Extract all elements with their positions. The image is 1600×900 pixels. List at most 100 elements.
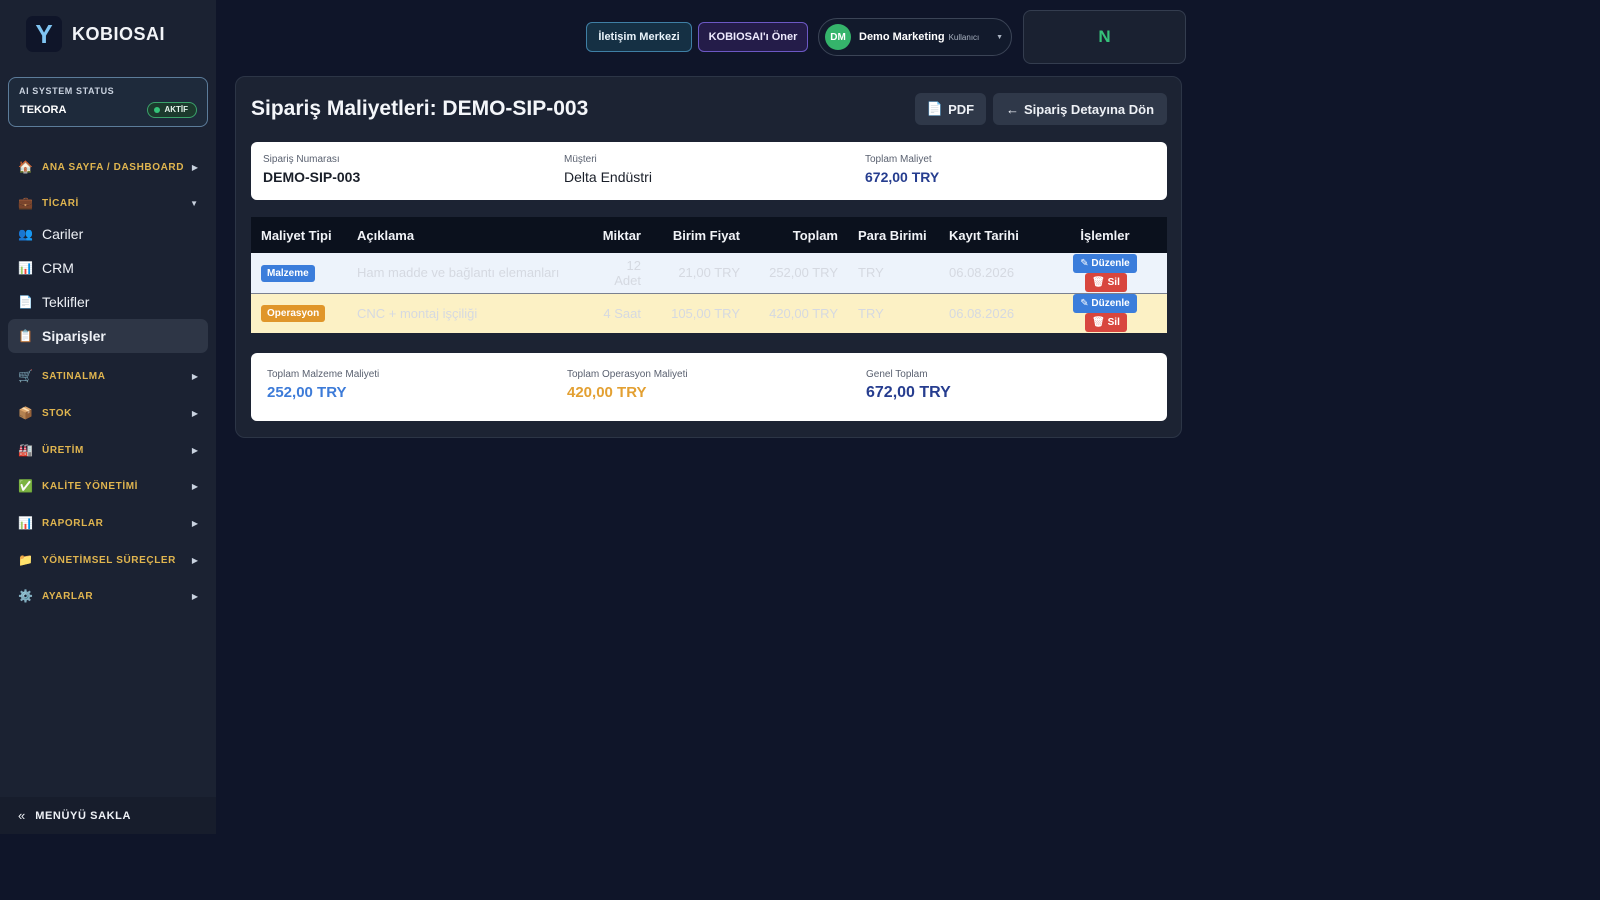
- folder-icon: 📁: [18, 553, 33, 567]
- edit-button[interactable]: ✎ Düzenle: [1073, 253, 1137, 273]
- sidebar-item-label: Siparişler: [42, 328, 106, 344]
- column-header: Birim Fiyat: [651, 217, 750, 253]
- avatar: DM: [825, 24, 851, 50]
- grand-total-field: Genel Toplam 672,00 TRY: [866, 369, 951, 402]
- brand[interactable]: Y KOBIOSAI: [26, 16, 165, 52]
- column-header: Toplam: [750, 217, 848, 253]
- chevron-right-icon: ▶: [191, 555, 198, 565]
- quantity-cell: 4 Saat: [592, 293, 651, 333]
- description-cell: Ham madde ve bağlantı elemanları: [347, 253, 592, 293]
- nav-group-label: RAPORLAR: [42, 517, 104, 529]
- nav-group-label: AYARLAR: [42, 590, 94, 602]
- column-header: Kayıt Tarihi: [939, 217, 1043, 253]
- operation-total-label: Toplam Operasyon Maliyeti: [567, 369, 688, 380]
- order-costs-panel: Sipariş Maliyetleri: DEMO-SIP-003 📄 PDF …: [235, 76, 1182, 438]
- ai-status-card: AI SYSTEM STATUS TEKORA AKTİF: [8, 77, 208, 127]
- brand-name: KOBIOSAI: [72, 23, 166, 44]
- cost-summary-card: Toplam Malzeme Maliyeti 252,00 TRY Topla…: [251, 353, 1167, 421]
- order-number-label: Sipariş Numarası: [263, 154, 340, 165]
- pdf-icon: 📄: [926, 101, 944, 116]
- recommend-button[interactable]: KOBIOSAI'ı Öner: [698, 22, 808, 52]
- sidebar-item-crm[interactable]: 📊 CRM: [8, 251, 208, 285]
- sidebar-item-label: Cariler: [42, 226, 84, 242]
- briefcase-icon: 💼: [18, 196, 33, 210]
- report-icon: 📊: [18, 516, 33, 530]
- total-cell: 252,00 TRY: [750, 253, 848, 293]
- table-row: Malzeme Ham madde ve bağlantı elemanları…: [251, 253, 1167, 293]
- sidebar-item-label: CRM: [42, 260, 74, 276]
- user-name: Demo Marketing: [859, 31, 945, 43]
- currency-cell: TRY: [848, 253, 939, 293]
- brand-logo-icon: Y: [26, 16, 62, 52]
- type-badge: Malzeme: [261, 264, 315, 282]
- grand-total-label: Genel Toplam: [866, 369, 928, 380]
- nav-group-stok[interactable]: 📦 STOK ▶: [0, 399, 216, 427]
- users-icon: 👥: [18, 227, 33, 241]
- chevron-right-icon: ▶: [191, 591, 198, 601]
- back-to-order-button[interactable]: ← Sipariş Detayına Dön: [993, 93, 1167, 125]
- sidebar-item-siparisler[interactable]: 📋 Siparişler: [8, 319, 208, 353]
- material-total-label: Toplam Malzeme Maliyeti: [267, 369, 380, 380]
- operation-total-field: Toplam Operasyon Maliyeti 420,00 TRY: [567, 369, 688, 401]
- check-icon: ✅: [18, 479, 33, 493]
- actions-cell: ✎ Düzenle🗑 Sil: [1043, 253, 1167, 293]
- unit-price-cell: 21,00 TRY: [651, 253, 750, 293]
- nav-group-ayarlar[interactable]: ⚙️ AYARLAR ▶: [0, 582, 216, 610]
- customer-value: Delta Endüstri: [564, 169, 652, 185]
- home-icon: 🏠: [18, 160, 33, 174]
- column-header: Para Birimi: [848, 217, 939, 253]
- nav-group-uretim[interactable]: 🏭 ÜRETİM ▶: [0, 436, 216, 464]
- edit-button[interactable]: ✎ Düzenle: [1073, 294, 1137, 314]
- delete-button[interactable]: 🗑 Sil: [1085, 272, 1127, 292]
- sidebar-item-cariler[interactable]: 👥 Cariler: [8, 217, 208, 251]
- gear-icon: ⚙️: [18, 589, 33, 603]
- type-badge: Operasyon: [261, 305, 326, 323]
- actions-cell: ✎ Düzenle🗑 Sil: [1043, 293, 1167, 333]
- chevron-right-icon: ▶: [191, 408, 198, 418]
- sidebar-item-teklifler[interactable]: 📄 Teklifler: [8, 285, 208, 319]
- date-cell: 06.08.2026: [939, 253, 1043, 293]
- operation-total-value: 420,00 TRY: [567, 384, 647, 401]
- column-header: Maliyet Tipi: [251, 217, 347, 253]
- nav-group-raporlar[interactable]: 📊 RAPORLAR ▶: [0, 509, 216, 537]
- status-title: AI SYSTEM STATUS: [19, 86, 115, 96]
- nav-group-kalite[interactable]: ✅ KALİTE YÖNETİMİ ▶: [0, 472, 216, 500]
- customer-label: Müşteri: [564, 154, 597, 165]
- nav-group-label: SATINALMA: [42, 370, 106, 382]
- currency-cell: TRY: [848, 293, 939, 333]
- material-total-value: 252,00 TRY: [267, 384, 347, 401]
- pdf-label: PDF: [948, 101, 975, 117]
- order-number-field: Sipariş Numarası DEMO-SIP-003: [263, 154, 360, 185]
- nav-group-home[interactable]: 🏠 ANA SAYFA / DASHBOARD ▶: [0, 153, 216, 181]
- clipboard-icon: 📋: [18, 329, 33, 343]
- customer-field: Müşteri Delta Endüstri: [564, 154, 652, 185]
- chevron-right-icon: ▶: [191, 371, 198, 381]
- nav-group-label: KALİTE YÖNETİMİ: [42, 480, 139, 492]
- order-info-card: Sipariş Numarası DEMO-SIP-003 Müşteri De…: [251, 142, 1167, 200]
- chevron-right-icon: ▶: [191, 162, 198, 172]
- page-title: Sipariş Maliyetleri: DEMO-SIP-003: [251, 97, 589, 120]
- delete-button[interactable]: 🗑 Sil: [1085, 313, 1127, 333]
- column-header: Açıklama: [347, 217, 592, 253]
- chevron-right-icon: ▶: [191, 518, 198, 528]
- nav-group-yonetimsel[interactable]: 📁 YÖNETİMSEL SÜREÇLER ▶: [0, 546, 216, 574]
- nav-group-satinalma[interactable]: 🛒 SATINALMA ▶: [0, 362, 216, 390]
- total-cost-field: Toplam Maliyet 672,00 TRY: [865, 154, 939, 185]
- box-icon: 📦: [18, 406, 33, 420]
- hide-menu-button[interactable]: « MENÜYÜ SAKLA: [0, 797, 216, 834]
- grand-total-value: 672,00 TRY: [866, 384, 951, 401]
- table-row: Operasyon CNC + montaj işçiliği 4 Saat 1…: [251, 293, 1167, 333]
- status-dot-icon: [154, 107, 161, 113]
- communication-center-button[interactable]: İletişim Merkezi: [586, 22, 692, 52]
- user-menu[interactable]: DM Demo Marketing Kullanıcı ▼: [818, 18, 1012, 56]
- hide-menu-label: MENÜYÜ SAKLA: [35, 809, 132, 822]
- back-label: Sipariş Detayına Dön: [1023, 101, 1155, 117]
- status-badge-label: AKTİF: [164, 105, 188, 114]
- pdf-button[interactable]: 📄 PDF: [915, 93, 986, 125]
- notification-box[interactable]: N: [1023, 10, 1186, 64]
- description-cell: CNC + montaj işçiliği: [347, 293, 592, 333]
- type-cell: Malzeme: [251, 253, 347, 293]
- column-header: İşlemler: [1043, 217, 1167, 253]
- chevron-down-icon: ▼: [190, 198, 198, 208]
- nav-group-ticari[interactable]: 💼 TİCARİ ▼: [0, 189, 216, 217]
